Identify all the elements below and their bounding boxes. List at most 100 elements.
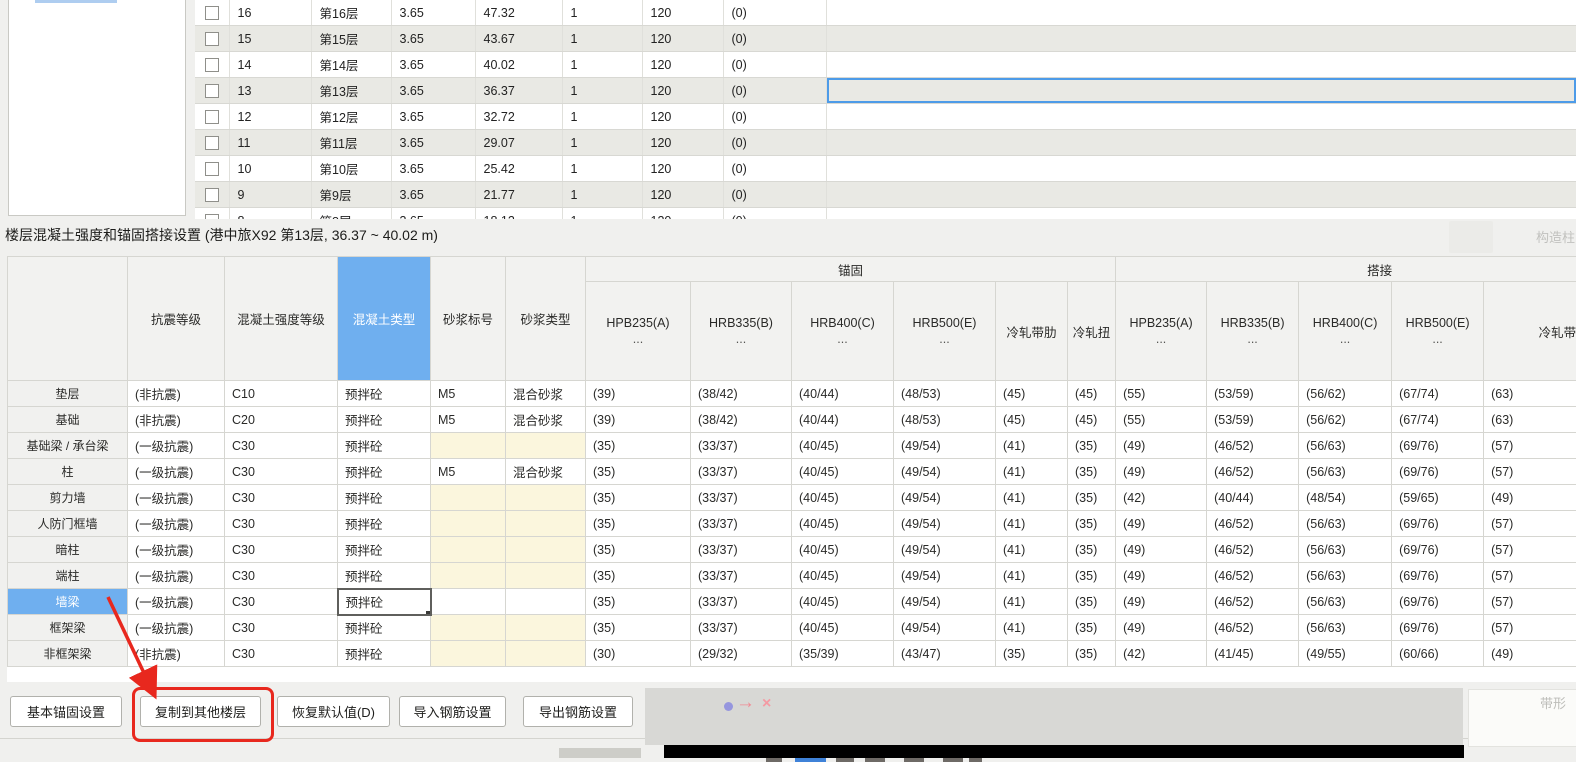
floor-cell-same[interactable]: 1 bbox=[562, 155, 643, 182]
cell-lap-value[interactable]: (49) bbox=[1115, 536, 1208, 563]
settings-row[interactable]: 基础梁 / 承台梁 (一级抗震) C30 预拌砼 (35) (33/37) (40/45)(… bbox=[7, 432, 1576, 459]
cell-mortar-type[interactable] bbox=[505, 614, 586, 641]
floor-cell-area[interactable]: (0) bbox=[723, 77, 827, 104]
fill-handle[interactable] bbox=[425, 610, 429, 613]
settings-row[interactable]: 墙梁 (一级抗震) C30 预拌砼 (35) (33/37) (40/45) (49/54)(… bbox=[7, 587, 1576, 616]
cell-anchor-value[interactable]: (49/54) bbox=[893, 588, 996, 615]
cell-lap-value[interactable]: (59/65) bbox=[1391, 484, 1485, 511]
floor-cell-area[interactable]: (0) bbox=[723, 207, 827, 219]
cell-anchor-value[interactable]: (35) bbox=[1066, 510, 1117, 537]
floor-cell-same[interactable]: 1 bbox=[562, 129, 643, 156]
floor-row-checkbox[interactable] bbox=[204, 213, 219, 219]
cell-lap-value[interactable]: (57) bbox=[1483, 562, 1576, 589]
settings-row[interactable]: 垫层 (非抗震) C10 预拌砼 M5 混合砂浆 (39) (38/42) (40/44) (48… bbox=[7, 380, 1576, 407]
floor-checkbox-cell[interactable] bbox=[195, 129, 230, 156]
cell-anchor-value[interactable]: (35) bbox=[1066, 614, 1117, 641]
floor-cell-height[interactable]: 3.65 bbox=[391, 0, 476, 26]
cell-anchor-value[interactable]: (35) bbox=[1066, 588, 1117, 615]
cell-anchor-value[interactable]: (35) bbox=[1066, 536, 1117, 563]
settings-row[interactable]: 暗柱 (一级抗震) C30 预拌砼 (35) (33/37) (40/45) (49/54)(… bbox=[7, 536, 1576, 563]
cell-mortar-grade[interactable] bbox=[430, 484, 506, 511]
cell-lap-value[interactable]: (63) bbox=[1483, 380, 1576, 407]
floor-cell-elev[interactable]: 43.67 bbox=[475, 25, 563, 52]
floor-row[interactable]: 11 第11层 3.65 29.07 1 120 (0) bbox=[195, 129, 1576, 156]
cell-lap-value[interactable]: (57) bbox=[1483, 536, 1576, 563]
cell-anchor-value[interactable]: (40/45) bbox=[791, 510, 894, 537]
cell-mortar-type[interactable]: 混合砂浆 bbox=[505, 458, 586, 485]
floor-cell-code[interactable]: 14 bbox=[229, 51, 312, 78]
cell-anchor-value[interactable]: (35) bbox=[585, 536, 691, 563]
settings-row[interactable]: 基础 (非抗震) C20 预拌砼 M5 混合砂浆 (39) (38/42) (40/44) (48… bbox=[7, 406, 1576, 433]
cell-anchor-value[interactable]: (40/44) bbox=[791, 406, 894, 433]
floor-cell-slab[interactable]: 120 bbox=[642, 129, 724, 156]
rebar-col-header[interactable]: 冷轧带肋 bbox=[995, 281, 1068, 381]
rebar-col-header[interactable]: HRB400(C)... bbox=[791, 281, 894, 381]
cell-lap-value[interactable]: (53/59) bbox=[1206, 406, 1300, 433]
cell-anchor-value[interactable]: (35) bbox=[995, 640, 1068, 667]
cell-anchor-value[interactable]: (39) bbox=[585, 380, 691, 407]
cell-lap-value[interactable]: (46/52) bbox=[1206, 510, 1300, 537]
settings-row-label[interactable]: 非框架梁 bbox=[7, 640, 128, 667]
rebar-col-header[interactable]: HPB235(A)... bbox=[1115, 281, 1208, 381]
cell-lap-value[interactable]: (56/63) bbox=[1298, 536, 1393, 563]
rebar-col-header[interactable]: HRB335(B)... bbox=[690, 281, 792, 381]
cell-anchor-value[interactable]: (40/45) bbox=[791, 614, 894, 641]
cell-lap-value[interactable]: (69/76) bbox=[1391, 510, 1485, 537]
button-3[interactable]: 恢复默认值(D) bbox=[277, 696, 390, 727]
button-5[interactable]: 导出钢筋设置 bbox=[523, 696, 633, 727]
floor-cell-code[interactable]: 9 bbox=[229, 181, 312, 208]
cell-anchor-value[interactable]: (41) bbox=[995, 484, 1068, 511]
floor-cell-slab[interactable]: 120 bbox=[642, 103, 724, 130]
cell-anchor-value[interactable]: (33/37) bbox=[690, 614, 792, 641]
floor-cell-height[interactable]: 3.65 bbox=[391, 25, 476, 52]
floor-cell-code[interactable]: 15 bbox=[229, 25, 312, 52]
floor-cell-height[interactable]: 3.65 bbox=[391, 51, 476, 78]
cell-anchor-value[interactable]: (40/45) bbox=[791, 588, 894, 615]
cell-lap-value[interactable]: (57) bbox=[1483, 588, 1576, 615]
settings-col-header[interactable]: 砂浆标号 bbox=[430, 256, 506, 381]
floor-cell-height[interactable]: 3.65 bbox=[391, 77, 476, 104]
button-4[interactable]: 导入钢筋设置 bbox=[399, 696, 506, 727]
settings-row-label[interactable]: 人防门框墙 bbox=[7, 510, 128, 537]
cell-lap-value[interactable]: (56/63) bbox=[1298, 432, 1393, 459]
cell-anchor-value[interactable]: (29/32) bbox=[690, 640, 792, 667]
floor-cell-code[interactable]: 10 bbox=[229, 155, 312, 182]
floor-row[interactable]: 8第8层3.6518.121120(0) bbox=[195, 207, 1576, 219]
cell-concrete-type[interactable]: 预拌砼 bbox=[337, 640, 431, 667]
floor-cell-slab[interactable]: 120 bbox=[642, 77, 724, 104]
floor-cell-name[interactable]: 第16层 bbox=[311, 0, 392, 26]
settings-row-label[interactable]: 框架梁 bbox=[7, 614, 128, 641]
floor-cell-same[interactable]: 1 bbox=[562, 25, 643, 52]
settings-col-header[interactable]: 混凝土强度等级 bbox=[224, 256, 338, 381]
floor-cell-spacer[interactable] bbox=[826, 155, 1576, 182]
cell-anchor-value[interactable]: (49/54) bbox=[893, 484, 996, 511]
cell-anchor-value[interactable]: (35) bbox=[585, 562, 691, 589]
cell-mortar-type[interactable] bbox=[505, 562, 586, 589]
floor-cell-name[interactable]: 第13层 bbox=[311, 77, 392, 104]
cell-concrete-type[interactable]: 预拌砼 bbox=[337, 510, 431, 537]
cell-grade[interactable]: C30 bbox=[224, 640, 338, 667]
cell-mortar-grade[interactable]: M5 bbox=[430, 406, 506, 433]
cell-anchor-value[interactable]: (49/54) bbox=[893, 458, 996, 485]
floor-row[interactable]: 16 第16层 3.65 47.32 1 120 (0) bbox=[195, 0, 1576, 26]
cell-lap-value[interactable]: (42) bbox=[1115, 640, 1208, 667]
cell-anchor-value[interactable]: (48/53) bbox=[893, 406, 996, 433]
cell-anchor-value[interactable]: (41) bbox=[995, 588, 1068, 615]
cell-lap-value[interactable]: (55) bbox=[1115, 406, 1208, 433]
floor-cell-name[interactable]: 第9层 bbox=[311, 181, 392, 208]
cell-anchor-value[interactable]: (38/42) bbox=[690, 380, 792, 407]
floor-cell-elev[interactable]: 25.42 bbox=[475, 155, 563, 182]
cell-lap-value[interactable]: (57) bbox=[1483, 458, 1576, 485]
cell-seismic[interactable]: (一级抗震) bbox=[127, 614, 225, 641]
cell-lap-value[interactable]: (69/76) bbox=[1391, 562, 1485, 589]
floor-cell-elev[interactable]: 29.07 bbox=[475, 129, 563, 156]
cell-lap-value[interactable]: (56/62) bbox=[1298, 380, 1393, 407]
cell-mortar-type[interactable] bbox=[505, 640, 586, 667]
rebar-col-header[interactable]: HRB500(E)... bbox=[893, 281, 996, 381]
floor-cell-name[interactable]: 第12层 bbox=[311, 103, 392, 130]
cell-anchor-value[interactable]: (43/47) bbox=[893, 640, 996, 667]
cell-concrete-type[interactable]: 预拌砼 bbox=[337, 406, 431, 433]
cell-lap-value[interactable]: (67/74) bbox=[1391, 380, 1485, 407]
floor-cell-slab[interactable]: 120 bbox=[642, 155, 724, 182]
floor-cell-same[interactable]: 1 bbox=[562, 77, 643, 104]
